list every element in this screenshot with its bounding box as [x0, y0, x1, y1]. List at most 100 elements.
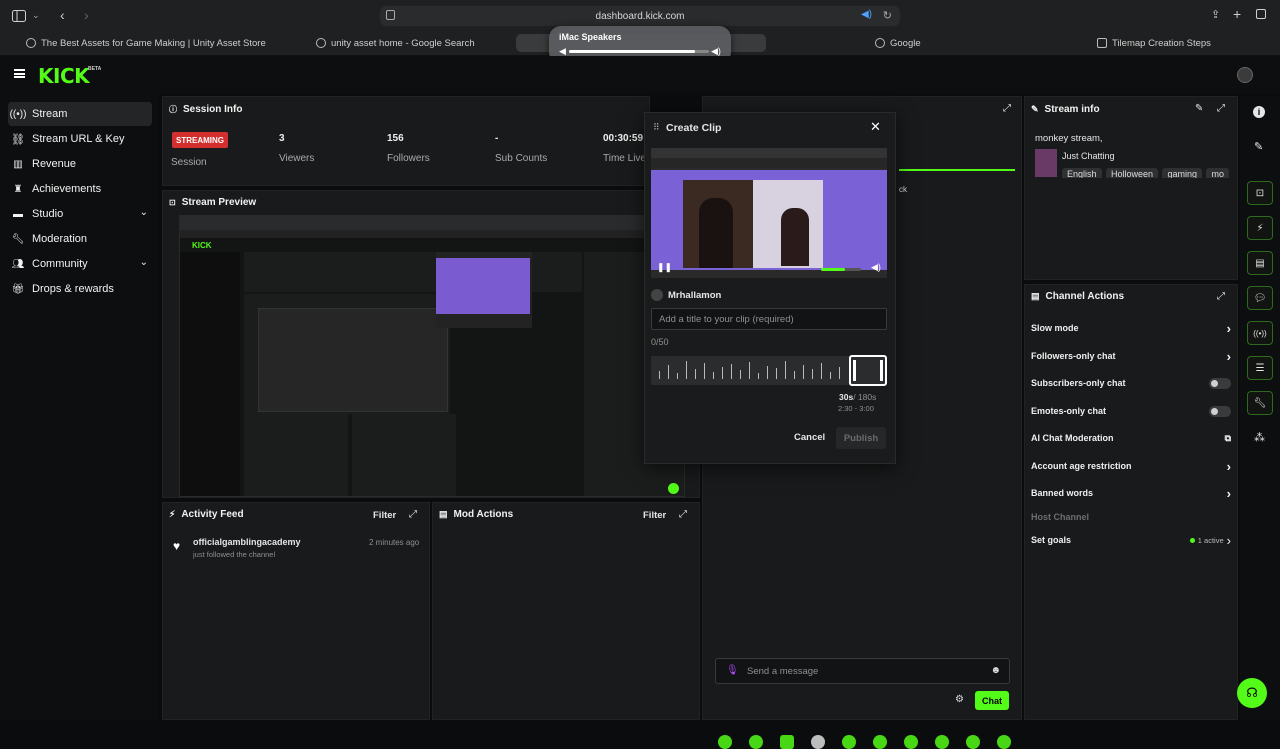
clip-video-preview[interactable]: ❚❚ ◀)	[651, 148, 887, 278]
rail-stream-button[interactable]: ((•))	[1247, 321, 1273, 345]
help-headset-icon[interactable]: ☊	[1237, 678, 1267, 708]
share-icon[interactable]: ⇪	[1211, 8, 1220, 21]
tab-unity-asset-store[interactable]: The Best Assets for Game Making | Unity …	[26, 34, 266, 52]
clip-title-input[interactable]: Add a title to your clip (required)	[651, 308, 887, 330]
sidebar-item-moderation[interactable]: 🔧︎ Moderation	[8, 227, 152, 251]
tab-overview-icon[interactable]	[1256, 9, 1266, 19]
expand-icon[interactable]: ⤢	[1217, 103, 1225, 114]
rail-notes-button[interactable]: ▤	[1247, 251, 1273, 275]
rail-moderation-button[interactable]: 🔧︎	[1247, 391, 1273, 415]
sidebar-item-studio[interactable]: ▬ Studio ⌄	[8, 202, 152, 226]
banned-words-row[interactable]: Banned words ›	[1031, 484, 1231, 502]
reload-icon[interactable]: ↻	[883, 9, 892, 22]
subscribers-only-toggle[interactable]	[1209, 377, 1231, 389]
expand-icon[interactable]: ⤢	[679, 509, 687, 520]
rail-layout-button[interactable]: ☰	[1247, 356, 1273, 380]
expand-icon[interactable]: ⤢	[409, 509, 417, 520]
menu-icon[interactable]	[14, 69, 25, 78]
sidebar-item-stream-url-key[interactable]: ⛓ Stream URL & Key	[8, 127, 152, 151]
emote-icon[interactable]	[966, 735, 980, 749]
account-age-row[interactable]: Account age restriction ›	[1031, 457, 1231, 475]
char-count: 0/50	[651, 337, 669, 347]
tab-google-search[interactable]: unity asset home - Google Search	[316, 34, 475, 52]
host-channel-row[interactable]: Host Channel	[1031, 508, 1231, 526]
edit-icon[interactable]: ✎	[1195, 103, 1203, 114]
emote-icon[interactable]	[842, 735, 856, 749]
chevron-down-icon: ⌄	[139, 257, 148, 268]
link-icon: ⛓	[11, 133, 25, 146]
chat-send-button[interactable]: Chat	[975, 691, 1009, 710]
stream-preview-video[interactable]: KICK	[179, 215, 685, 497]
chat-input[interactable]: 🎙︎ Send a message ☻	[715, 658, 1010, 684]
activity-user[interactable]: officialgamblingacademy	[193, 537, 301, 547]
google-icon	[316, 38, 326, 48]
speaker-icon[interactable]: ◀)	[861, 9, 872, 20]
category-name[interactable]: Just Chatting	[1062, 151, 1115, 161]
tag[interactable]: Holloween	[1105, 167, 1159, 178]
bolt-icon: ⚡︎	[169, 509, 176, 519]
emote-icon[interactable]	[935, 735, 949, 749]
tab-tilemap[interactable]: Tilemap Creation Steps	[1097, 34, 1211, 52]
emote-icon[interactable]	[997, 735, 1011, 749]
pause-icon[interactable]: ❚❚	[657, 262, 672, 273]
emote-icon[interactable]	[873, 735, 887, 749]
tab-google[interactable]: Google	[875, 34, 921, 52]
clip-range-selector[interactable]	[849, 355, 887, 386]
pencil-icon[interactable]: ✎	[1254, 140, 1263, 153]
expand-icon[interactable]: ⤢	[1217, 291, 1225, 302]
preview-volume-slider[interactable]	[821, 268, 861, 271]
wrench-icon: 🔧︎	[11, 233, 25, 245]
cancel-button[interactable]: Cancel	[794, 432, 825, 443]
waveform-tick	[668, 365, 669, 379]
sidebar-toggle-icon[interactable]	[12, 10, 26, 22]
category-thumbnail[interactable]	[1035, 149, 1057, 177]
avatar[interactable]	[1237, 67, 1253, 83]
status-badge: STREAMING	[172, 132, 228, 148]
sidebar-item-drops-rewards[interactable]: 🎁︎ Drops & rewards	[8, 277, 152, 301]
sidebar-item-stream[interactable]: ((•)) Stream	[8, 102, 152, 126]
waveform-tick	[722, 367, 723, 379]
sidebar-item-achievements[interactable]: ♜ Achievements	[8, 177, 152, 201]
streamer-name[interactable]: Mrhallamon	[668, 290, 721, 301]
emote-icon[interactable]	[904, 735, 918, 749]
live-indicator-icon[interactable]	[668, 483, 679, 494]
sidebar-item-community[interactable]: 👥︎ Community ⌄	[8, 252, 152, 276]
settings-icon[interactable]: ⚙	[955, 694, 964, 705]
tag[interactable]: English	[1062, 167, 1102, 178]
address-bar[interactable]: dashboard.kick.com ◀) ↻	[380, 6, 900, 26]
chevron-down-icon[interactable]: ⌄	[32, 10, 40, 21]
followers-only-row[interactable]: Followers-only chat ›	[1031, 347, 1231, 365]
rail-chat-button[interactable]: 💬︎	[1247, 286, 1273, 310]
set-goals-row[interactable]: Set goals 1 active ›	[1031, 531, 1231, 549]
slow-mode-row[interactable]: Slow mode ›	[1031, 319, 1231, 337]
info-icon[interactable]: i	[1253, 106, 1265, 118]
tag[interactable]: mo	[1206, 167, 1229, 178]
expand-icon[interactable]: ⤢	[1003, 103, 1011, 114]
volume-slider[interactable]	[569, 50, 709, 53]
publish-button[interactable]: Publish	[836, 427, 886, 449]
new-tab-icon[interactable]: +	[1233, 6, 1241, 22]
tag[interactable]: gaming	[1162, 167, 1202, 178]
forward-icon[interactable]: ›	[84, 7, 89, 23]
sidebar: ((•)) Stream ⛓ Stream URL & Key ▥ Revenue ♜…	[0, 94, 158, 720]
apps-icon[interactable]: ⁂	[1254, 431, 1265, 444]
speaker-icon[interactable]: ◀)	[871, 262, 881, 273]
rail-activity-button[interactable]: ⚡︎	[1247, 216, 1273, 240]
emote-icon[interactable]	[718, 735, 732, 749]
mod-actions-filter-button[interactable]: Filter	[643, 510, 666, 521]
emote-icon[interactable]	[749, 735, 763, 749]
drag-handle-icon[interactable]: ⠿	[653, 122, 660, 133]
sidebar-item-revenue[interactable]: ▥ Revenue	[8, 152, 152, 176]
activity-filter-button[interactable]: Filter	[373, 510, 396, 521]
emote-icon[interactable]	[811, 735, 825, 749]
kick-logo[interactable]: KICK	[38, 64, 90, 88]
emote-icon[interactable]	[780, 735, 794, 749]
microphone-icon[interactable]: 🎙︎	[726, 665, 739, 676]
rail-preview-button[interactable]: ⊡	[1247, 181, 1273, 205]
trophy-icon: ♜	[13, 183, 23, 195]
emoji-icon[interactable]: ☻	[990, 665, 1001, 676]
close-icon[interactable]: ✕	[870, 119, 881, 135]
back-icon[interactable]: ‹	[60, 7, 65, 23]
emotes-only-toggle[interactable]	[1209, 405, 1231, 417]
ai-chat-moderation-row[interactable]: AI Chat Moderation ⧉	[1031, 429, 1231, 447]
